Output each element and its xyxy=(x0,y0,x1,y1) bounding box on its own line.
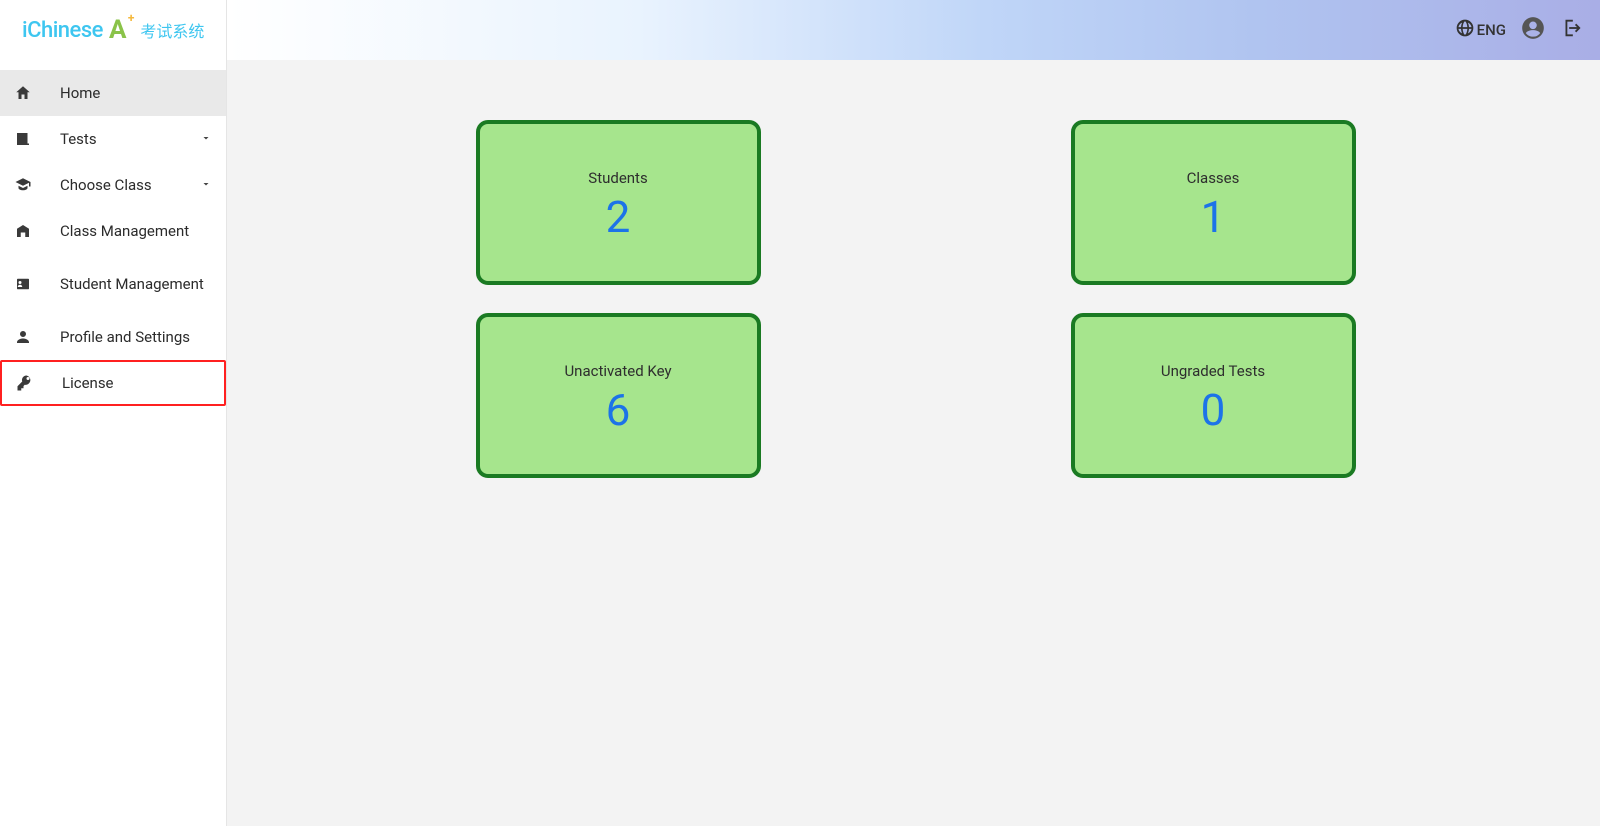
card-students[interactable]: Students 2 xyxy=(476,120,761,285)
id-icon xyxy=(14,275,50,293)
logout-icon xyxy=(1560,17,1582,43)
dashboard-cards: Students 2 Classes 1 Unactivated Key 6 U… xyxy=(476,120,1356,478)
main-content: Students 2 Classes 1 Unactivated Key 6 U… xyxy=(227,60,1600,826)
logo-badge: A + xyxy=(109,15,126,45)
card-title: Students xyxy=(588,169,647,187)
card-value: 1 xyxy=(1201,191,1226,243)
sidebar-item-profile-settings[interactable]: Profile and Settings xyxy=(0,314,226,360)
account-button[interactable] xyxy=(1520,15,1546,45)
language-label: ENG xyxy=(1477,21,1506,39)
sidebar-item-tests[interactable]: Tests xyxy=(0,116,226,162)
logo-brand: iChinese xyxy=(22,18,103,43)
card-value: 0 xyxy=(1201,384,1226,436)
card-title: Ungraded Tests xyxy=(1161,362,1265,380)
sidebar: iChinese A + 考试系统 Home Tests Choose Clas… xyxy=(0,0,227,826)
sidebar-item-student-management[interactable]: Student Management xyxy=(0,254,226,314)
sidebar-item-class-management[interactable]: Class Management xyxy=(0,208,226,254)
language-switch[interactable]: ENG xyxy=(1455,18,1506,42)
chevron-down-icon xyxy=(200,176,212,194)
home-icon xyxy=(14,84,50,102)
sidebar-item-label: License xyxy=(52,374,210,392)
card-value: 2 xyxy=(606,191,631,243)
book-icon xyxy=(14,130,50,148)
top-header: ENG xyxy=(227,0,1600,60)
sidebar-nav: Home Tests Choose Class Class Management… xyxy=(0,60,226,406)
card-ungraded-tests[interactable]: Ungraded Tests 0 xyxy=(1071,313,1356,478)
sidebar-item-label: Tests xyxy=(50,130,200,148)
globe-icon xyxy=(1455,18,1477,42)
building-icon xyxy=(14,222,50,240)
person-icon xyxy=(14,328,50,346)
sidebar-item-label: Student Management xyxy=(50,275,212,293)
sidebar-item-label: Profile and Settings xyxy=(50,328,212,346)
account-icon xyxy=(1520,15,1546,45)
sidebar-item-license[interactable]: License xyxy=(0,360,226,406)
card-unactivated-key[interactable]: Unactivated Key 6 xyxy=(476,313,761,478)
chevron-down-icon xyxy=(200,130,212,148)
card-title: Classes xyxy=(1187,169,1240,187)
card-value: 6 xyxy=(606,384,631,436)
logout-button[interactable] xyxy=(1560,17,1582,43)
sidebar-item-home[interactable]: Home xyxy=(0,70,226,116)
key-icon xyxy=(16,374,52,392)
sidebar-item-label: Class Management xyxy=(50,222,212,240)
card-title: Unactivated Key xyxy=(564,362,671,380)
sidebar-item-choose-class[interactable]: Choose Class xyxy=(0,162,226,208)
sidebar-item-label: Home xyxy=(50,84,212,102)
logo-suffix: 考试系统 xyxy=(140,18,204,42)
cap-icon xyxy=(14,176,50,194)
logo[interactable]: iChinese A + 考试系统 xyxy=(0,0,226,60)
sidebar-item-label: Choose Class xyxy=(50,176,200,194)
card-classes[interactable]: Classes 1 xyxy=(1071,120,1356,285)
